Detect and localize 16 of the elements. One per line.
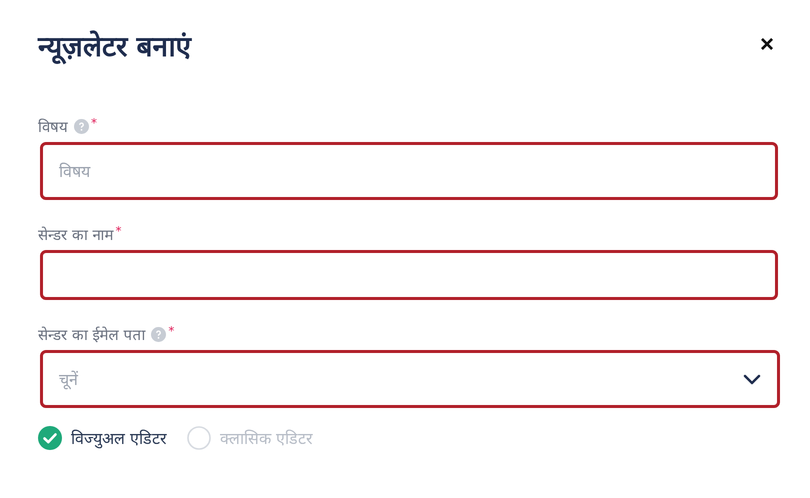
input-field[interactable]: विषय (40, 142, 778, 200)
help-icon[interactable] (151, 326, 166, 342)
required-mark: * (168, 324, 174, 338)
close-button[interactable]: × (756, 31, 778, 59)
chevron-down-icon (743, 374, 761, 384)
required-mark: * (116, 224, 122, 238)
dialog-title: न्यूज़लेटर बनाएं (38, 29, 191, 64)
empty-circle-icon (187, 426, 212, 450)
input-field[interactable] (40, 250, 778, 300)
editor-radio[interactable]: विज्युअल एडिटर (38, 426, 168, 450)
required-mark: * (91, 116, 97, 130)
help-icon[interactable] (74, 118, 89, 134)
field-label: विषय (38, 117, 68, 136)
field-label: सेन्डर का नाम (38, 225, 114, 244)
checked-circle-icon (38, 426, 62, 450)
field-label: सेन्डर का ईमेल पता (38, 325, 146, 344)
